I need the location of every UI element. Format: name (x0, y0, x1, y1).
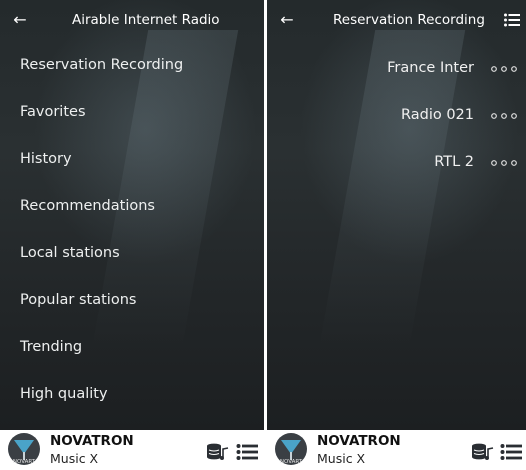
station-name: Radio 021 (400, 107, 474, 123)
source-name: Music X (50, 451, 99, 466)
station-row[interactable]: France Inter (267, 54, 526, 84)
source-name: Music X (317, 451, 366, 466)
now-playing-bar[interactable]: NOVART NOVATRON Music X (267, 430, 526, 470)
novart-logo: NOVART (275, 433, 307, 465)
menu-item-trending[interactable]: Trending (20, 339, 82, 355)
more-icon[interactable] (488, 156, 522, 170)
back-arrow-icon[interactable]: ← (10, 11, 30, 29)
menu-item-high-quality[interactable]: High quality (20, 386, 108, 402)
top-bar: ← Airable Internet Radio (0, 0, 264, 42)
more-icon[interactable] (488, 62, 522, 76)
svg-text:NOVART: NOVART (13, 459, 36, 465)
station-name: RTL 2 (434, 154, 474, 170)
now-playing-bar[interactable]: NOVART NOVATRON Music X (0, 430, 264, 470)
menu-item-history[interactable]: History (20, 151, 72, 167)
novart-logo: NOVART (8, 433, 40, 465)
device-brand: NOVATRON (317, 433, 401, 449)
music-library-icon[interactable] (206, 443, 230, 461)
svg-text:NOVART: NOVART (280, 459, 303, 465)
queue-list-icon[interactable] (236, 443, 258, 461)
left-screen: ← Airable Internet Radio Reservation Rec… (0, 0, 264, 470)
menu-item-favorites[interactable]: Favorites (20, 104, 86, 120)
device-brand: NOVATRON (50, 433, 134, 449)
menu-item-recommendations[interactable]: Recommendations (20, 198, 155, 214)
top-bar: ← Reservation Recording (267, 0, 526, 42)
station-name: France Inter (387, 60, 474, 76)
page-title: Reservation Recording (333, 12, 485, 28)
menu-item-popular-stations[interactable]: Popular stations (20, 292, 136, 308)
back-arrow-icon[interactable]: ← (277, 11, 297, 29)
right-screen: ← Reservation Recording France Inter Rad… (267, 0, 526, 470)
station-row[interactable]: Radio 021 (267, 101, 526, 131)
station-row[interactable]: RTL 2 (267, 148, 526, 178)
queue-list-icon[interactable] (500, 443, 522, 461)
page-title: Airable Internet Radio (72, 12, 220, 28)
more-icon[interactable] (488, 109, 522, 123)
menu-item-local-stations[interactable]: Local stations (20, 245, 120, 261)
menu-item-reservation-recording[interactable]: Reservation Recording (20, 57, 183, 73)
music-library-icon[interactable] (471, 443, 495, 461)
menu-icon[interactable] (504, 13, 520, 27)
